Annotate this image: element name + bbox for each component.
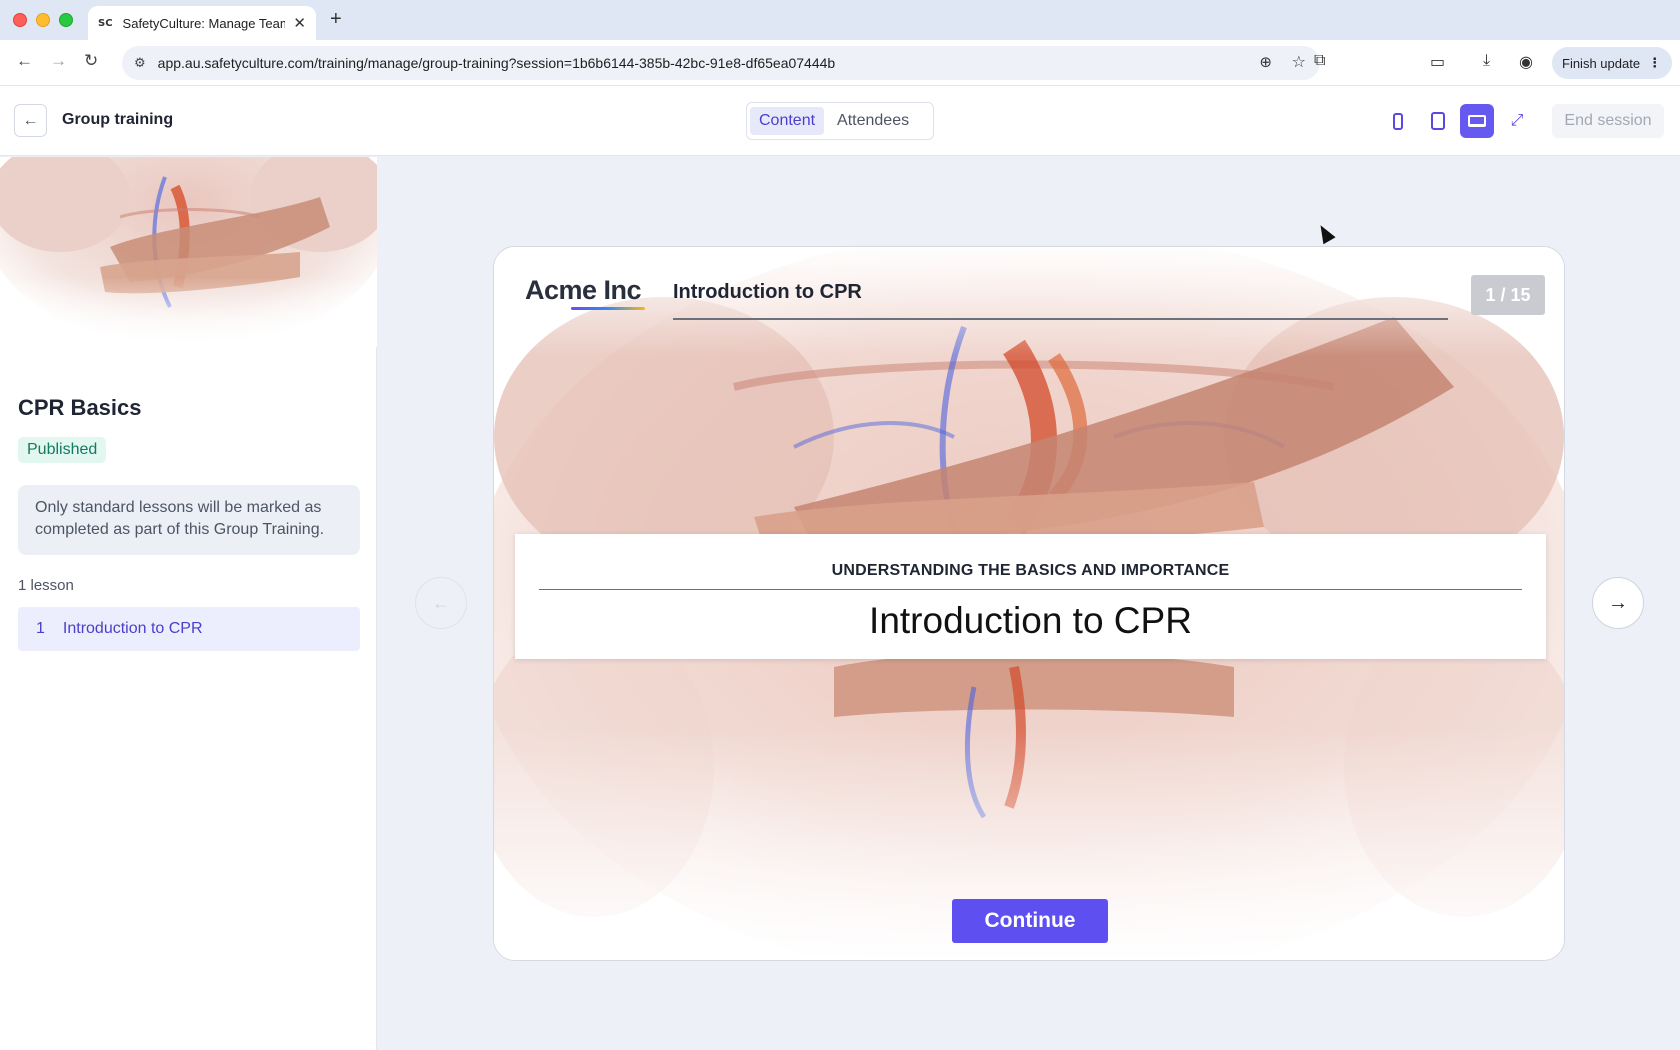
- mouse-cursor-icon: [1314, 221, 1336, 245]
- end-session-button[interactable]: End session: [1552, 104, 1664, 138]
- slide-subtitle: UNDERSTANDING THE BASICS AND IMPORTANCE: [831, 562, 1230, 579]
- tab-search-icon[interactable]: ▭: [1430, 52, 1445, 72]
- lesson-number: 1: [36, 620, 45, 637]
- header-divider: [673, 318, 1448, 320]
- browser-toolbar: ← → ↻ ⚙ app.au.safetyculture.com/trainin…: [0, 40, 1680, 86]
- expand-icon: ⤢: [1510, 112, 1524, 129]
- fullscreen-button[interactable]: ⤢: [1500, 104, 1534, 138]
- mobile-preview-button[interactable]: [1381, 104, 1415, 138]
- brand-logo-underline: [571, 307, 645, 310]
- forward-arrow-icon[interactable]: →: [50, 51, 67, 71]
- course-thumbnail: [0, 157, 377, 347]
- lesson-item[interactable]: 1 Introduction to CPR: [18, 607, 360, 651]
- browser-tab-bar: SC SafetyCulture: Manage Teams ✕ +: [0, 0, 1680, 40]
- slide-title: Introduction to CPR: [869, 600, 1192, 641]
- slide-header-title: Introduction to CPR: [673, 281, 862, 303]
- profile-icon[interactable]: ◉: [1519, 52, 1533, 72]
- site-settings-icon[interactable]: ⚙: [134, 55, 146, 71]
- back-button[interactable]: ←: [14, 104, 47, 137]
- safetyculture-favicon-icon: SC: [98, 17, 113, 29]
- minimize-window-button[interactable]: [36, 13, 50, 27]
- slide-counter: 1 / 15: [1471, 275, 1545, 315]
- slide-title-band: UNDERSTANDING THE BASICS AND IMPORTANCE …: [515, 534, 1546, 659]
- slide-card: Acme Inc Introduction to CPR 1 / 15 UNDE…: [493, 246, 1565, 961]
- address-bar[interactable]: ⚙ app.au.safetyculture.com/training/mana…: [122, 46, 1320, 80]
- cpr-thumbnail-image: [0, 157, 377, 347]
- new-tab-icon[interactable]: +: [330, 8, 342, 31]
- course-sidebar: CPR Basics Published Only standard lesso…: [0, 157, 377, 1050]
- finish-update-label: Finish update: [1562, 55, 1641, 71]
- tab-attendees[interactable]: Attendees: [828, 107, 918, 135]
- continue-button[interactable]: Continue: [952, 899, 1108, 943]
- tablet-preview-button[interactable]: [1421, 104, 1455, 138]
- close-tab-icon[interactable]: ✕: [293, 14, 306, 32]
- tab-content[interactable]: Content: [750, 107, 825, 135]
- course-title: CPR Basics: [18, 395, 142, 420]
- close-window-button[interactable]: [13, 13, 27, 27]
- arrow-right-icon: →: [1608, 591, 1628, 614]
- maximize-window-button[interactable]: [59, 13, 73, 27]
- next-slide-button[interactable]: →: [1592, 577, 1644, 629]
- phone-icon: [1393, 112, 1403, 130]
- status-badge: Published: [18, 437, 107, 463]
- reload-icon[interactable]: ↻: [84, 51, 98, 71]
- tablet-icon: [1431, 112, 1445, 130]
- back-arrow-icon[interactable]: ←: [16, 51, 33, 71]
- brand-logo: Acme Inc: [525, 275, 642, 305]
- info-note: Only standard lessons will be marked as …: [18, 485, 360, 555]
- arrow-left-icon: ←: [22, 111, 39, 129]
- page-title: Group training: [62, 111, 174, 128]
- laptop-icon: [1468, 115, 1486, 127]
- download-icon[interactable]: ⤓: [1483, 52, 1490, 70]
- finish-update-button[interactable]: Finish update ⋮: [1552, 47, 1672, 79]
- title-divider: [539, 589, 1522, 590]
- lesson-title: Introduction to CPR: [62, 620, 203, 637]
- desktop-preview-button[interactable]: [1460, 104, 1494, 138]
- view-toggle: Content Attendees: [746, 102, 934, 140]
- previous-slide-button[interactable]: ←: [415, 577, 467, 629]
- zoom-icon[interactable]: ⊕: [1259, 53, 1272, 71]
- lesson-count: 1 lesson: [18, 577, 74, 594]
- arrow-left-icon: ←: [432, 592, 450, 613]
- app-header: ← Group training Content Attendees ⤢ End…: [0, 86, 1680, 156]
- extensions-icon[interactable]: ⧉: [1314, 52, 1325, 70]
- more-options-icon: ⋮: [1648, 55, 1662, 70]
- bookmark-star-icon[interactable]: ☆: [1292, 52, 1306, 72]
- url-text: app.au.safetyculture.com/training/manage…: [157, 55, 836, 71]
- browser-tab[interactable]: SC SafetyCulture: Manage Teams ✕: [88, 6, 316, 40]
- tab-title: SafetyCulture: Manage Teams: [122, 15, 286, 31]
